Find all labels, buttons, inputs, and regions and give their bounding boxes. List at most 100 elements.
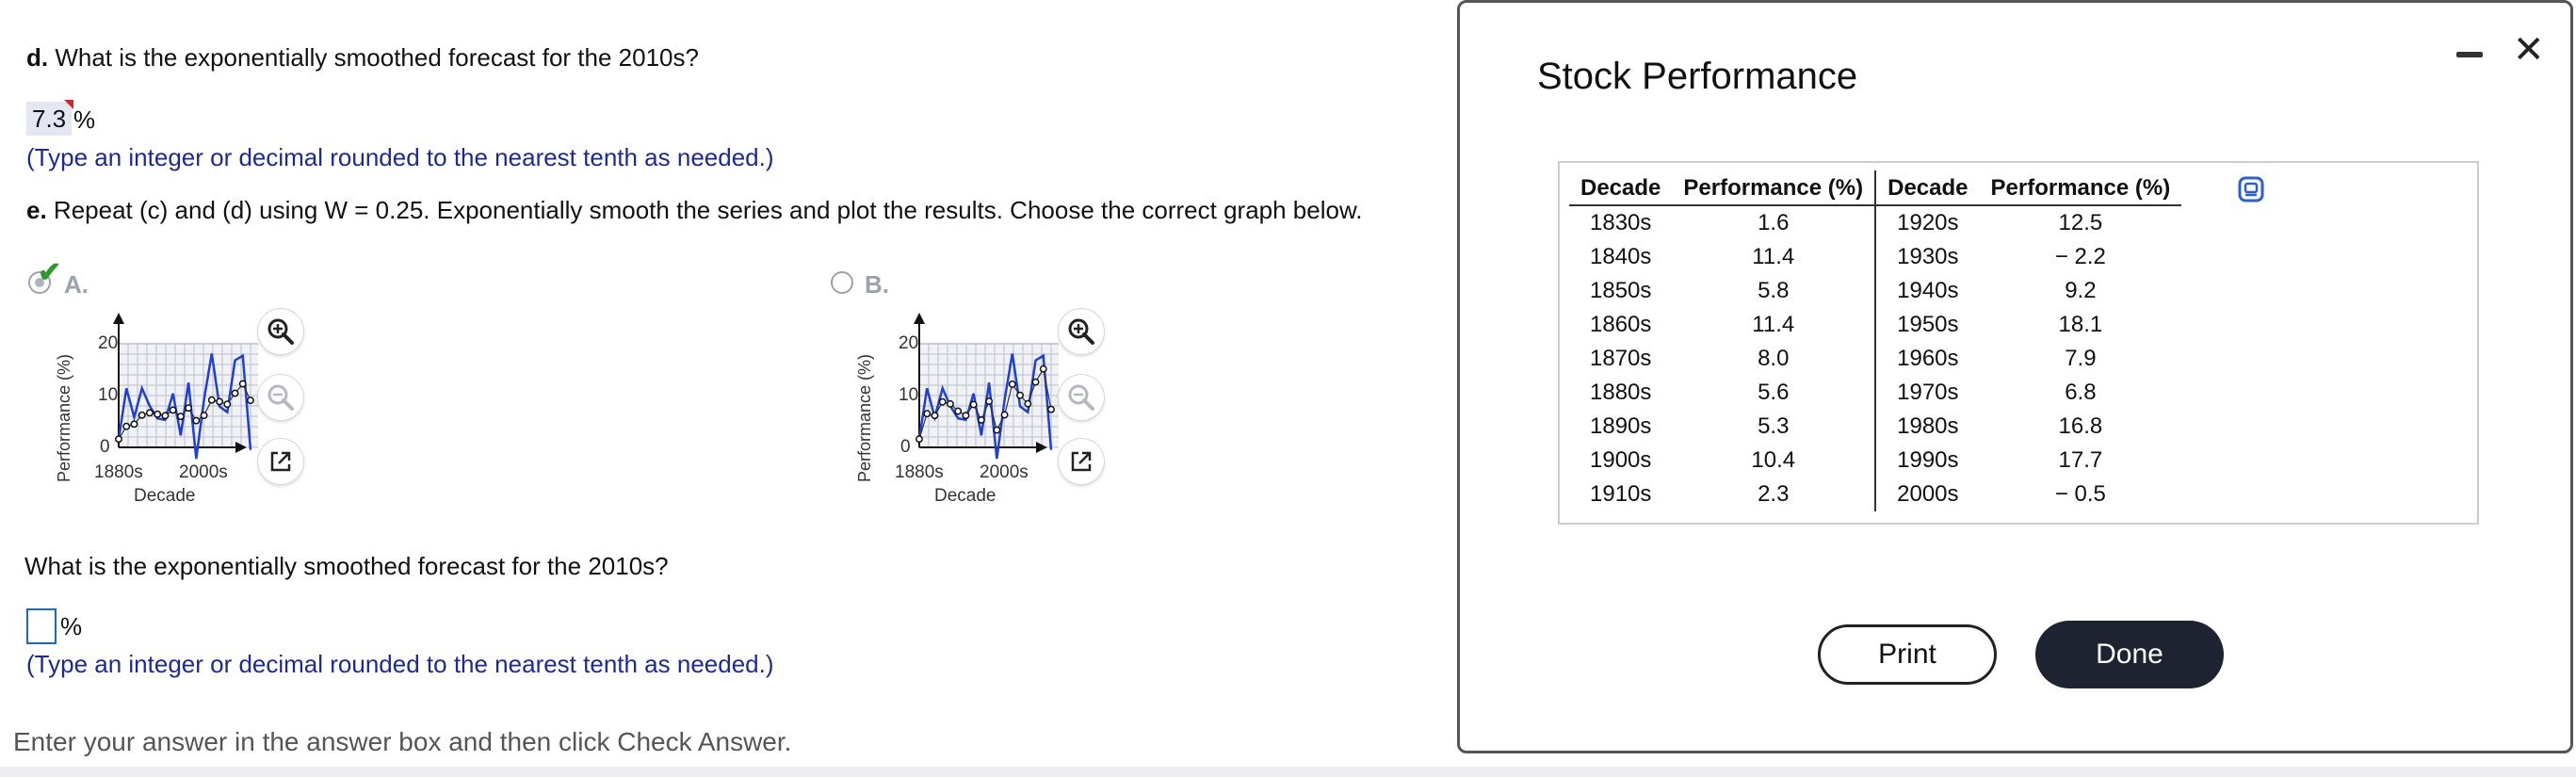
question-d-label: d. <box>26 43 49 72</box>
smoothed-point <box>993 426 1001 434</box>
answer-forecast-input[interactable] <box>26 608 57 644</box>
hint-d: (Type an integer or decimal rounded to t… <box>26 143 774 171</box>
cell-decade: 1940s <box>1874 274 1980 308</box>
hint-forecast: (Type an integer or decimal rounded to t… <box>26 650 774 678</box>
checkmark-icon: ✔ <box>38 257 62 288</box>
cell-decade: 1970s <box>1874 376 1980 410</box>
smoothed-point <box>1008 380 1016 388</box>
smoothed-point <box>977 415 985 424</box>
cell-decade: 1930s <box>1874 240 1980 274</box>
cell-decade: 1900s <box>1590 447 1652 473</box>
smoothed-point <box>154 410 162 418</box>
option-b-xlabel: Decade <box>934 486 996 506</box>
external-link-icon <box>1071 451 1092 472</box>
smoothed-point <box>969 400 978 409</box>
smoothed-point <box>1016 391 1025 399</box>
cell-decade: 1910s <box>1590 481 1652 507</box>
option-a-y-arrow <box>113 313 124 324</box>
close-icon[interactable]: ✕ <box>2513 31 2545 69</box>
cell-decade: 1870s <box>1590 346 1652 371</box>
incorrect-flag-icon <box>64 100 74 109</box>
option-b-pop-out-button[interactable] <box>1059 439 1104 484</box>
option-a-pop-out-button[interactable] <box>258 439 303 484</box>
option-b-zoom-in-button[interactable] <box>1059 309 1104 354</box>
header-performance-2: Performance (%) <box>1979 170 2182 206</box>
smoothed-point <box>247 397 254 405</box>
footer-instruction: Enter your answer in the answer box and … <box>13 727 792 756</box>
header-decade-1: Decade <box>1569 170 1673 206</box>
cell-decade: 2000s <box>1874 478 1980 511</box>
cell-decade: 1860s <box>1590 312 1652 337</box>
option-b-zoom-out-button[interactable] <box>1059 375 1104 420</box>
cell-performance: 16.8 <box>2058 413 2103 439</box>
cell-decade: 1950s <box>1874 308 1980 342</box>
header-decade-2: Decade <box>1874 170 1980 206</box>
smoothed-point <box>962 412 970 420</box>
answer-forecast-unit: % <box>60 612 83 640</box>
table-row: 1850s 5.8 1940s 9.2 <box>1569 274 2181 308</box>
smoothed-point <box>145 409 154 417</box>
option-b-ytick-0: 0 <box>900 437 911 457</box>
answer-d-field[interactable]: 7.3 <box>26 100 74 136</box>
option-a-zoom-out-button[interactable] <box>258 375 303 420</box>
copy-icon[interactable] <box>2238 176 2264 202</box>
option-b-graph[interactable]: 20 10 0 1880s 2000s Decade Performance (… <box>851 311 1059 509</box>
cell-decade: 1840s <box>1590 244 1652 269</box>
zoom-in-icon <box>267 318 294 345</box>
smoothed-point <box>946 399 954 408</box>
smoothed-point <box>161 412 170 420</box>
data-table-box: Decade Performance (%) Decade Performanc… <box>1558 161 2479 525</box>
question-e: e. Repeat (c) and (d) using W = 0.25. Ex… <box>26 196 1363 225</box>
answer-d-value: 7.3 <box>32 105 67 133</box>
table-row: 1860s 11.4 1950s 18.1 <box>1569 308 2181 342</box>
option-b-ytick-10: 10 <box>899 385 918 405</box>
cell-decade: 1960s <box>1874 342 1980 376</box>
smoothed-point <box>115 435 122 444</box>
option-b-y-arrow <box>914 313 925 324</box>
option-a-xtick-2000s: 2000s <box>179 462 228 482</box>
option-a-graph[interactable]: 20 10 0 1880s 2000s Decade Performance (… <box>51 311 258 509</box>
smoothed-point <box>169 406 177 414</box>
smoothed-point <box>176 413 185 421</box>
option-a-ytick-0: 0 <box>100 437 110 457</box>
smoothed-point <box>1039 364 1047 373</box>
smoothed-point <box>231 389 239 397</box>
cell-performance: − 0.5 <box>2054 481 2106 507</box>
cell-performance: 12.5 <box>2058 210 2103 235</box>
option-b-radio[interactable] <box>831 271 853 294</box>
cell-performance: 17.7 <box>2058 447 2103 473</box>
table-row: 1840s 11.4 1930s − 2.2 <box>1569 240 2181 274</box>
cell-performance: 2.3 <box>1758 481 1790 507</box>
cell-performance: 11.4 <box>1752 312 1795 337</box>
smoothed-point <box>200 412 208 420</box>
smoothed-point <box>185 404 193 413</box>
option-b-ytick-20: 20 <box>899 333 918 353</box>
popup-title: Stock Performance <box>1537 56 1858 97</box>
done-button[interactable]: Done <box>2035 621 2224 688</box>
cell-performance: 6.8 <box>2065 380 2097 405</box>
cell-decade: 1850s <box>1590 278 1652 303</box>
table-row: 1890s 5.3 1980s 16.8 <box>1569 410 2181 444</box>
option-a-zoom-in-button[interactable] <box>258 309 303 354</box>
cell-performance: 1.6 <box>1758 210 1790 235</box>
smoothed-point <box>1047 405 1055 413</box>
table-row: 1880s 5.6 1970s 6.8 <box>1569 376 2181 410</box>
option-a-ylabel: Performance (%) <box>55 354 73 482</box>
option-a-xtick-1880s: 1880s <box>94 462 143 482</box>
option-a-ytick-10: 10 <box>98 385 118 405</box>
smoothed-point <box>915 435 923 444</box>
zoom-out-icon <box>267 384 294 411</box>
cell-performance: 9.2 <box>2065 278 2097 303</box>
question-forecast: What is the exponentially smoothed forec… <box>24 552 669 580</box>
stock-performance-popup: Stock Performance ✕ Decade Performance (… <box>1457 0 2573 753</box>
smoothed-point <box>130 420 138 429</box>
minimize-icon[interactable] <box>2456 52 2483 57</box>
print-button[interactable]: Print <box>1818 624 1997 685</box>
smoothed-point <box>923 410 932 418</box>
zoom-in-icon <box>1068 318 1094 345</box>
question-d-text: What is the exponentially smoothed forec… <box>55 43 699 72</box>
cell-performance: − 2.2 <box>2054 244 2106 269</box>
table-row: 1830s 1.6 1920s 12.5 <box>1569 205 2181 240</box>
smoothed-point <box>216 397 224 406</box>
question-e-label: e. <box>26 196 47 224</box>
